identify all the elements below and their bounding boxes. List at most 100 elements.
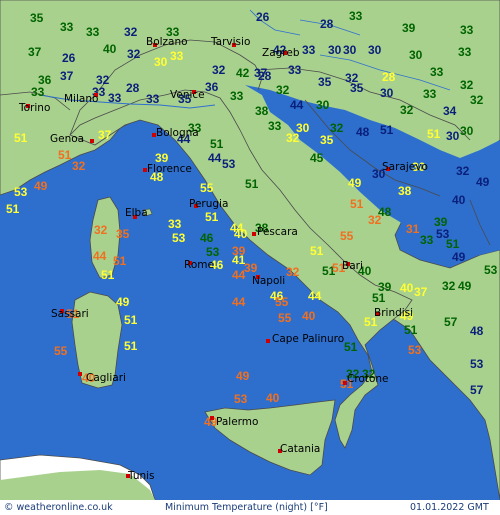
temperature-label: 42 — [236, 66, 250, 80]
city-label[interactable]: Palermo — [216, 417, 258, 428]
city-label[interactable]: Rome — [184, 260, 214, 271]
temperature-label: 28 — [382, 70, 396, 84]
temperature-label: 48 — [356, 125, 370, 139]
temperature-label: 32 — [212, 63, 226, 77]
city-label[interactable]: Tunis — [128, 471, 155, 482]
temperature-label: 51 — [205, 210, 219, 224]
temperature-label: 26 — [62, 51, 76, 65]
temperature-label: 51 — [245, 177, 259, 191]
temperature-label: 38 — [255, 104, 269, 118]
temperature-label: 33 — [268, 119, 282, 133]
temperature-label: 28 — [320, 17, 334, 31]
temperature-label: 33 — [86, 25, 100, 39]
temperature-label: 32 — [127, 47, 141, 61]
temperature-label: 30 — [316, 98, 330, 112]
temperature-label: 48 — [470, 324, 484, 338]
temperature-label: 32 — [456, 164, 470, 178]
city-label[interactable]: Cape Palinuro — [272, 334, 344, 345]
temperature-label: 40 — [452, 193, 466, 207]
temperature-label: 37 — [98, 128, 112, 142]
temperature-label: 53 — [484, 263, 498, 277]
temperature-label: 33 — [460, 23, 474, 37]
date-label: 01.01.2022 GMT — [410, 502, 489, 513]
temperature-label: 30 — [446, 129, 460, 143]
temperature-label: 51 — [380, 123, 394, 137]
temperature-label: 55 — [54, 344, 68, 358]
temperature-label: 32 — [400, 103, 414, 117]
temperature-label: 51 — [14, 131, 28, 145]
city-label[interactable]: Pescara — [257, 227, 298, 238]
temperature-label: 53 — [234, 392, 248, 406]
city-label[interactable]: Bari — [342, 261, 363, 272]
temperature-label: 51 — [58, 148, 72, 162]
temperature-label: 33 — [430, 65, 444, 79]
temperature-label: 40 — [266, 391, 280, 405]
temperature-label: 28 — [258, 69, 272, 83]
temperature-label: 32 — [470, 93, 484, 107]
temperature-label: 44 — [232, 268, 246, 282]
city-marker — [90, 139, 94, 143]
temperature-label: 51 — [101, 268, 115, 282]
temperature-label: 44 — [308, 289, 322, 303]
temperature-label: 33 — [108, 91, 122, 105]
city-label[interactable]: Napoli — [252, 276, 285, 287]
city-label[interactable]: Catania — [280, 444, 320, 455]
temperature-label: 32 — [124, 25, 138, 39]
city-label[interactable]: Sassari — [51, 309, 89, 320]
city-label[interactable]: Torino — [19, 103, 50, 114]
temperature-label: 32 — [442, 279, 456, 293]
temperature-label: 44 — [93, 249, 107, 263]
temperature-label: 40 — [234, 227, 248, 241]
temperature-label: 53 — [408, 343, 422, 357]
temperature-label: 49 — [476, 175, 490, 189]
temperature-label: 40 — [103, 42, 117, 56]
city-label[interactable]: Genoa — [50, 134, 84, 145]
temperature-label: 35 — [116, 227, 130, 241]
temperature-label: 38 — [398, 184, 412, 198]
city-label[interactable]: Florence — [147, 164, 192, 175]
weather-map[interactable]: 35 33 33 32 33 26 28 33 39 33 37 26 40 32 33 42 33 30 30 30… — [0, 0, 500, 500]
city-label[interactable]: Cagliari — [86, 373, 126, 384]
temperature-label: 51 — [124, 313, 138, 327]
city-label[interactable]: Sarajevo — [382, 162, 428, 173]
city-label[interactable]: Brindisi — [374, 308, 413, 319]
temperature-label: 35 — [350, 81, 364, 95]
temperature-label: 37 — [60, 69, 74, 83]
temperature-label: 33 — [168, 217, 182, 231]
temperature-label: 37 — [28, 45, 42, 59]
temperature-label: 51 — [427, 127, 441, 141]
temperature-label: 36 — [205, 80, 219, 94]
temperature-label: 33 — [349, 9, 363, 23]
city-label[interactable]: Venice — [170, 90, 205, 101]
temperature-label: 53 — [222, 157, 236, 171]
temperature-label: 40 — [302, 309, 316, 323]
temperature-label: 39 — [402, 21, 416, 35]
city-marker — [266, 339, 270, 343]
city-label[interactable]: Bologna — [156, 128, 199, 139]
city-label[interactable]: Bolzano — [146, 37, 188, 48]
city-label[interactable]: Zagreb — [262, 48, 300, 59]
temperature-label: 30 — [380, 86, 394, 100]
temperature-label: 32 — [286, 265, 300, 279]
temperature-label: 46 — [200, 231, 214, 245]
temperature-label: 30 — [409, 48, 423, 62]
city-label[interactable]: Perugia — [189, 199, 228, 210]
temperature-label: 51 — [404, 323, 418, 337]
city-label[interactable]: Tarvisio — [211, 37, 250, 48]
city-label[interactable]: Milano — [64, 94, 98, 105]
city-label[interactable]: Elba — [125, 208, 148, 219]
temperature-label: 30 — [328, 43, 342, 57]
temperature-label: 45 — [310, 151, 324, 165]
city-label[interactable]: Crotone — [347, 374, 389, 385]
temperature-label: 53 — [470, 357, 484, 371]
city-marker — [252, 232, 256, 236]
city-marker — [78, 372, 82, 376]
temperature-label: 44 — [232, 295, 246, 309]
temperature-label: 39 — [244, 261, 258, 275]
temperature-label: 33 — [230, 89, 244, 103]
temperature-label: 49 — [348, 176, 362, 190]
copyright-label[interactable]: © weatheronline.co.uk — [4, 502, 113, 513]
temperature-label: 28 — [126, 81, 140, 95]
temperature-label: 49 — [34, 179, 48, 193]
map-footer: © weatheronline.co.uk Minimum Temperatur… — [0, 500, 500, 515]
